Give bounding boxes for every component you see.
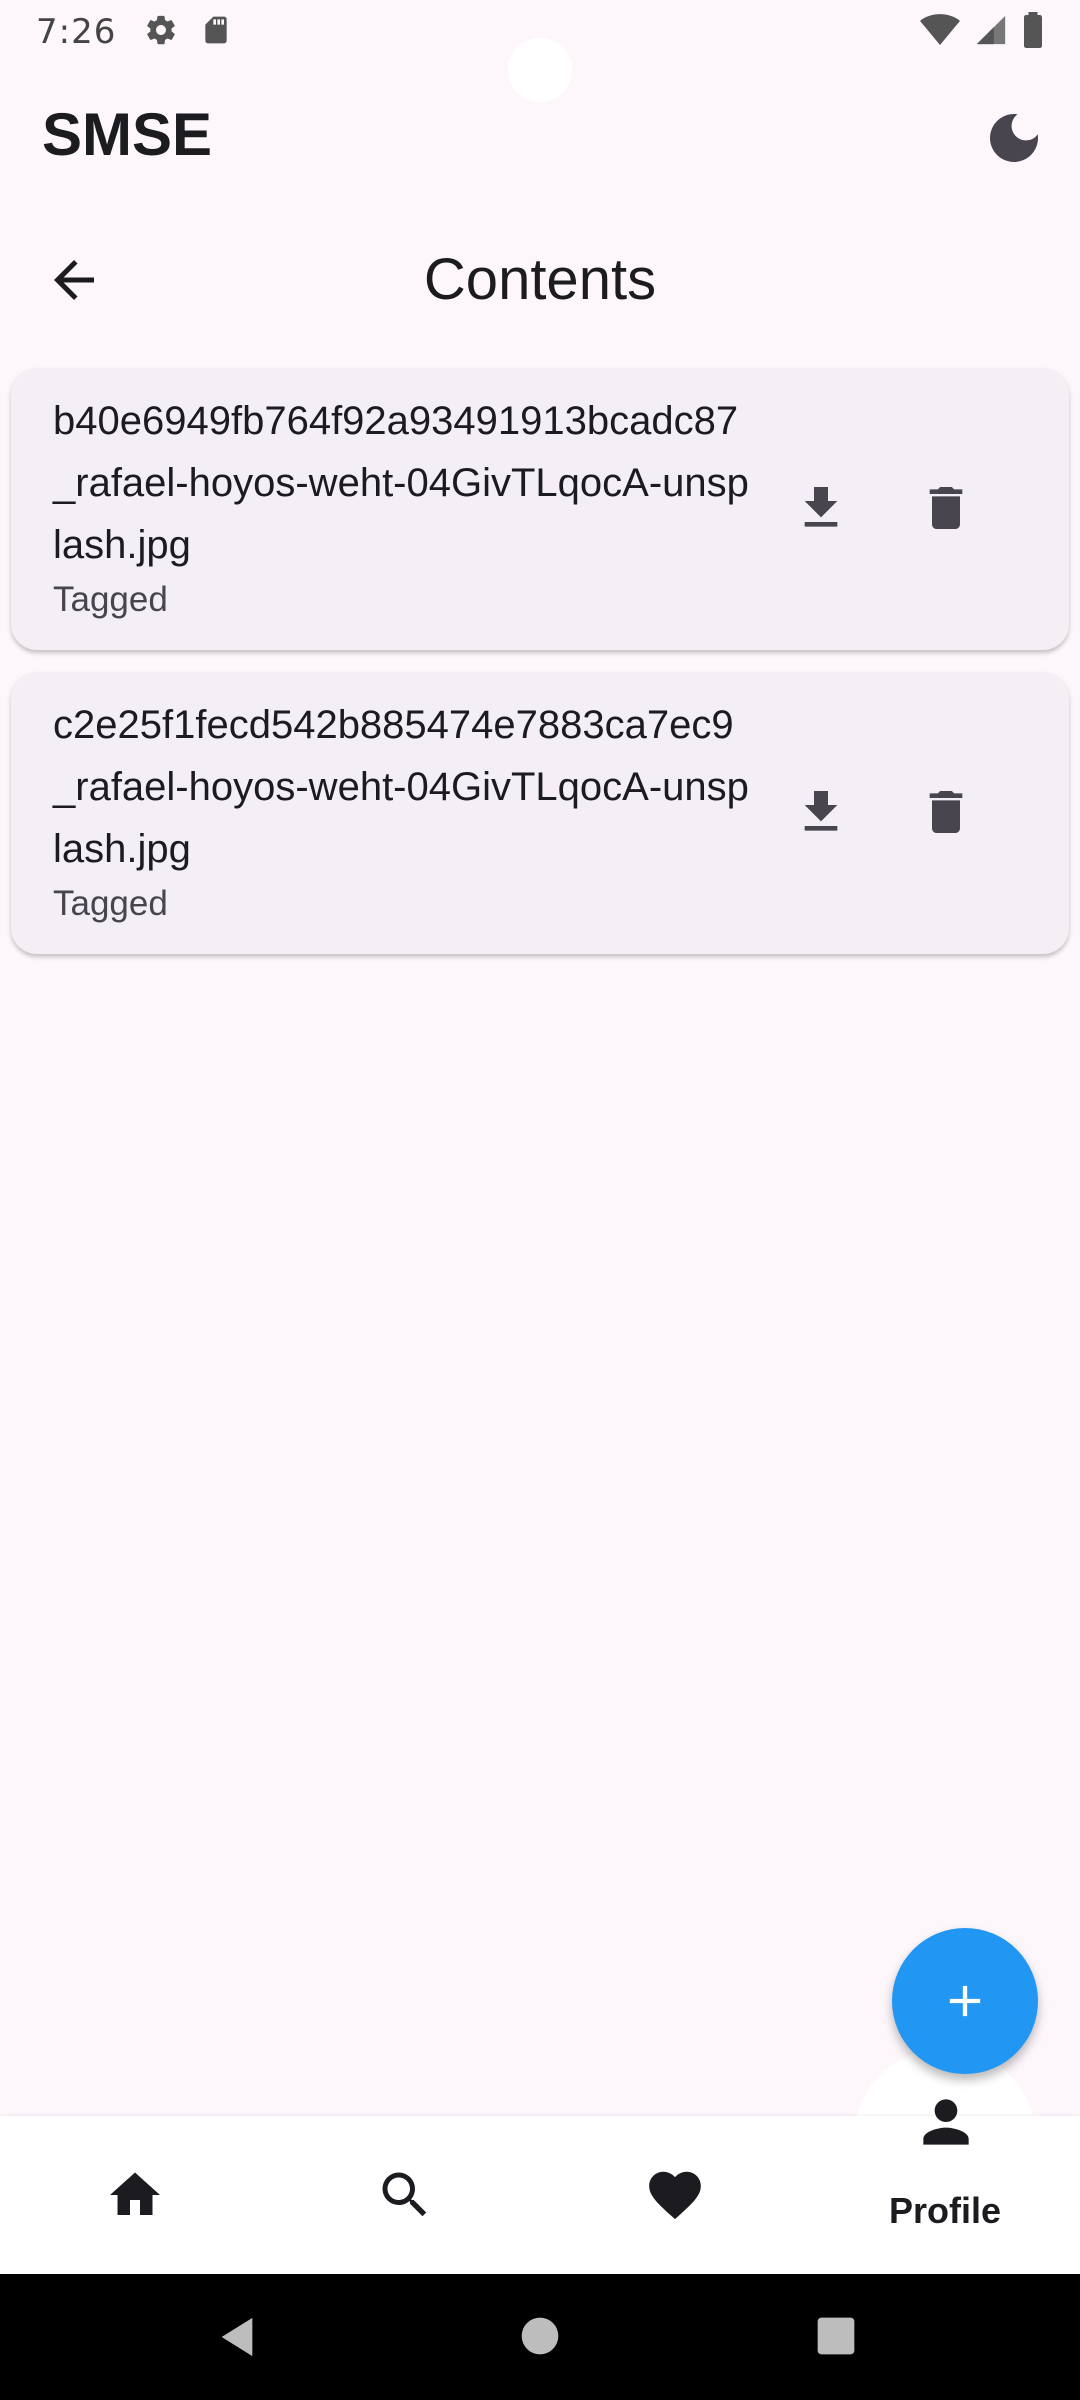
- triangle-back-icon: [221, 2317, 253, 2357]
- nav-profile[interactable]: [912, 2088, 980, 2156]
- add-content-button[interactable]: [892, 1928, 1038, 2074]
- system-back-button[interactable]: [214, 2314, 260, 2364]
- theme-toggle-button[interactable]: [982, 106, 1046, 170]
- download-button[interactable]: [781, 772, 861, 852]
- battery-icon: [1022, 12, 1044, 52]
- search-icon: [382, 2172, 427, 2217]
- content-card[interactable]: b40e6949fb764f92a93491913bcadc87_rafael-…: [11, 368, 1069, 650]
- heart-icon: [649, 2171, 701, 2220]
- delete-button[interactable]: [906, 772, 986, 852]
- dark-mode-moon-icon: [990, 114, 1038, 162]
- trash-icon: [929, 487, 963, 529]
- nav-search[interactable]: [355, 2116, 455, 2274]
- circle-home-icon: [521, 2317, 559, 2355]
- nav-home[interactable]: [85, 2116, 185, 2274]
- system-home-button[interactable]: [518, 2314, 562, 2362]
- page-title: Contents: [423, 247, 657, 312]
- settings-icon: [144, 13, 178, 51]
- status-time: 7:26: [36, 12, 117, 52]
- nav-profile-label[interactable]: Profile: [860, 2190, 1030, 2232]
- download-icon: [804, 487, 838, 527]
- content-list: b40e6949fb764f92a93491913bcadc87_rafael-…: [11, 368, 1069, 976]
- nav-favorites[interactable]: [625, 2116, 725, 2274]
- home-icon: [110, 2172, 160, 2215]
- trash-icon: [929, 791, 963, 833]
- system-nav-bar: [0, 2274, 1080, 2400]
- content-status: Tagged: [53, 580, 168, 619]
- signal-icon: [974, 13, 1008, 51]
- person-icon: [923, 2099, 969, 2145]
- camera-cutout: [508, 38, 572, 102]
- content-filename: c2e25f1fecd542b885474e7883ca7ec9_rafael-…: [53, 703, 749, 871]
- status-right: [920, 12, 1044, 52]
- square-recents-icon: [817, 2317, 855, 2355]
- delete-button[interactable]: [906, 468, 986, 548]
- sd-card-icon: [200, 13, 232, 51]
- system-recents-button[interactable]: [814, 2314, 858, 2362]
- content-status: Tagged: [53, 884, 168, 923]
- content-card[interactable]: c2e25f1fecd542b885474e7883ca7ec9_rafael-…: [11, 672, 1069, 954]
- download-button[interactable]: [781, 468, 861, 548]
- content-filename: b40e6949fb764f92a93491913bcadc87_rafael-…: [53, 399, 749, 567]
- wifi-icon: [920, 13, 960, 51]
- app-title: SMSE: [42, 101, 213, 168]
- download-icon: [804, 791, 838, 831]
- plus-icon: [949, 1985, 981, 2017]
